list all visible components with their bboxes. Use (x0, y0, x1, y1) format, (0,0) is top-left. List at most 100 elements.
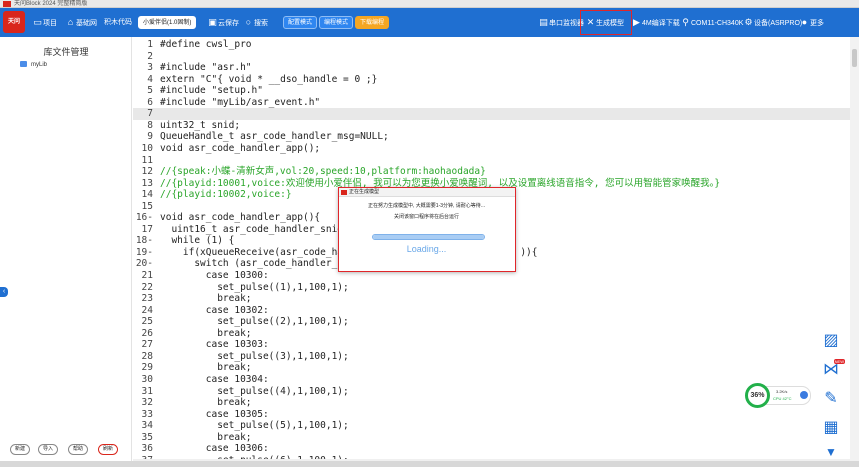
download-4m-label: 4M编译下载 (642, 20, 680, 27)
code-line[interactable]: 32 break; (133, 397, 850, 409)
code-line[interactable]: 2 (133, 51, 850, 63)
line-number: 12 (141, 166, 153, 178)
image-icon[interactable]: ▨ (820, 330, 842, 352)
code-line[interactable]: 1 #define cwsl_pro (133, 39, 850, 51)
code-text[interactable]: set_pulse((3),1,100,1); (160, 351, 349, 363)
code-line[interactable]: 24 case 10302: (133, 305, 850, 317)
code-text[interactable]: case 10304: (160, 374, 269, 386)
edit-icon[interactable]: ✎ (820, 388, 842, 410)
code-line[interactable]: 3 #include "asr.h" (133, 62, 850, 74)
project-button[interactable]: ▭项目 (33, 8, 57, 37)
code-line[interactable]: 9 QueueHandle_t asr_code_handler_msg=NULL… (133, 131, 850, 143)
code-text[interactable]: case 10303: (160, 339, 269, 351)
code-text[interactable]: QueueHandle_t asr_code_handler_msg=NULL; (160, 131, 389, 143)
code-line[interactable]: 33 case 10305: (133, 409, 850, 421)
code-text[interactable]: switch (asr_code_handler_sn (160, 258, 348, 270)
gear-icon: ⚙ (744, 17, 753, 27)
boost-icon[interactable] (800, 391, 808, 399)
code-text[interactable]: //{playid:10002,voice:} (160, 189, 292, 201)
base-map-button[interactable]: ⌂ 基础网 (66, 8, 97, 37)
code-text[interactable]: #include "setup.h" (160, 85, 263, 97)
code-line[interactable]: 25 set_pulse((2),1,100,1); (133, 316, 850, 328)
code-text[interactable]: set_pulse((4),1,100,1); (160, 386, 349, 398)
code-text[interactable]: case 10300: (160, 270, 269, 282)
code-text[interactable]: while (1) { (160, 235, 234, 247)
download-4m-button[interactable]: ▶ 4M编译下载 (632, 8, 680, 37)
cloud-save-label: 云保存 (218, 20, 239, 27)
code-line[interactable]: 29 break; (133, 362, 850, 374)
code-line[interactable]: 11 (133, 155, 850, 167)
share-icon[interactable]: ⋈ NEW (820, 359, 845, 381)
board-selector[interactable]: 小爱伴侣(1.0固制) (138, 16, 197, 29)
code-text[interactable]: case 10302: (160, 305, 269, 317)
tree-item-mylib[interactable]: myLib (20, 61, 47, 68)
code-line[interactable]: 35 break; (133, 432, 850, 444)
code-text[interactable]: extern "C"{ void * __dso_handle = 0 ;} (160, 74, 377, 86)
config-mode-tab[interactable]: 配置模式 (283, 16, 318, 29)
refresh-button[interactable]: 刷新 (98, 444, 119, 455)
monitor-icon: ▤ (539, 17, 548, 27)
code-line[interactable]: 4 extern "C"{ void * __dso_handle = 0 ;} (133, 74, 850, 86)
code-text[interactable]: break; (160, 293, 251, 305)
code-text[interactable]: #include "asr.h" (160, 62, 252, 74)
code-text[interactable]: #include "myLib/asr_event.h" (160, 97, 320, 109)
code-line[interactable]: 36 case 10306: (133, 443, 850, 455)
qrcode-icon[interactable]: ▦ (820, 417, 842, 439)
code-line[interactable]: 31 set_pulse((4),1,100,1); (133, 386, 850, 398)
code-text[interactable]: void asr_code_handler_app(){ (160, 212, 320, 224)
editor-vertical-scrollbar[interactable] (850, 37, 859, 467)
code-line[interactable]: 28 set_pulse((3),1,100,1); (133, 351, 850, 363)
performance-widget[interactable]: 3.2K/s CPU 42°C 36% (745, 383, 811, 409)
code-text[interactable]: break; (160, 362, 251, 374)
code-text[interactable]: case 10305: (160, 409, 269, 421)
download-mode-tab[interactable]: 下载编程 (355, 16, 390, 29)
cloud-save-button[interactable]: ▣云保存 (208, 8, 239, 37)
code-text[interactable]: set_pulse((1),1,100,1); (160, 282, 349, 294)
code-line[interactable]: 26 break; (133, 328, 850, 340)
com-port-selector[interactable]: ⚲ COM11-CH340K (681, 8, 743, 37)
code-text[interactable]: break; (160, 397, 251, 409)
code-line[interactable]: 10 void asr_code_handler_app(); (133, 143, 850, 155)
code-text[interactable]: uint16_t asr_code_handler_snid; (160, 224, 348, 236)
code-text[interactable]: //{speak:小蝶-清新女声,vol:20,speed:10,platfor… (160, 166, 486, 178)
code-line[interactable]: 22 set_pulse((1),1,100,1); (133, 282, 850, 294)
code-text[interactable]: break; (160, 432, 251, 444)
code-line[interactable]: 27 case 10303: (133, 339, 850, 351)
sidebar-collapse-button[interactable]: ‹ (0, 287, 8, 297)
code-line[interactable]: 34 set_pulse((5),1,100,1); (133, 420, 850, 432)
help-button[interactable]: 帮助 (68, 444, 89, 455)
search-button[interactable]: ○ 搜索 (244, 8, 268, 37)
code-text[interactable]: uint32_t snid; (160, 120, 240, 132)
code-line[interactable]: 7 (133, 108, 850, 120)
more-button[interactable]: ● 更多 (800, 8, 824, 37)
chevron-down-icon[interactable]: ▼ (820, 441, 842, 463)
code-text[interactable]: set_pulse((5),1,100,1); (160, 420, 349, 432)
folder-icon (20, 61, 27, 67)
dialog-titlebar[interactable]: 正在生成模型 (339, 188, 515, 197)
scroll-thumb[interactable] (852, 49, 857, 67)
serial-monitor-button[interactable]: ▤串口监视器 (539, 8, 584, 37)
code-mode-tab[interactable]: 编程模式 (319, 16, 354, 29)
device-button[interactable]: ⚙设备(ASRPRO) (744, 8, 802, 37)
code-text[interactable]: break; (160, 328, 251, 340)
code-line[interactable]: 23 break; (133, 293, 850, 305)
generating-model-dialog: 正在生成模型 正在努力生成模型中, 大概需要1-3分钟, 请耐心等待... 关闭… (338, 187, 516, 272)
code-text[interactable]: set_pulse((2),1,100,1); (160, 316, 349, 328)
code-line[interactable]: 30 case 10304: (133, 374, 850, 386)
code-line[interactable]: 8 uint32_t snid; (133, 120, 850, 132)
code-line[interactable]: 12 //{speak:小蝶-清新女声,vol:20,speed:10,platf… (133, 166, 850, 178)
line-number: 32 (141, 397, 153, 409)
code-text[interactable]: void asr_code_handler_app(); (160, 143, 320, 155)
line-number: 23 (141, 293, 153, 305)
code-line[interactable]: 6 #include "myLib/asr_event.h" (133, 97, 850, 109)
line-number: 5 (147, 85, 153, 97)
block-code-button[interactable]: 积木代码 (104, 8, 132, 37)
new-button[interactable]: 新建 (10, 444, 31, 455)
line-number: 11 (141, 154, 153, 166)
sidebar-title: 库文件管理 (43, 47, 89, 57)
code-text[interactable]: case 10306: (160, 443, 269, 455)
import-button[interactable]: 导入 (38, 444, 59, 455)
code-line[interactable]: 5 #include "setup.h" (133, 85, 850, 97)
line-number: 9 (147, 131, 153, 143)
code-text[interactable]: #define cwsl_pro (160, 39, 252, 51)
